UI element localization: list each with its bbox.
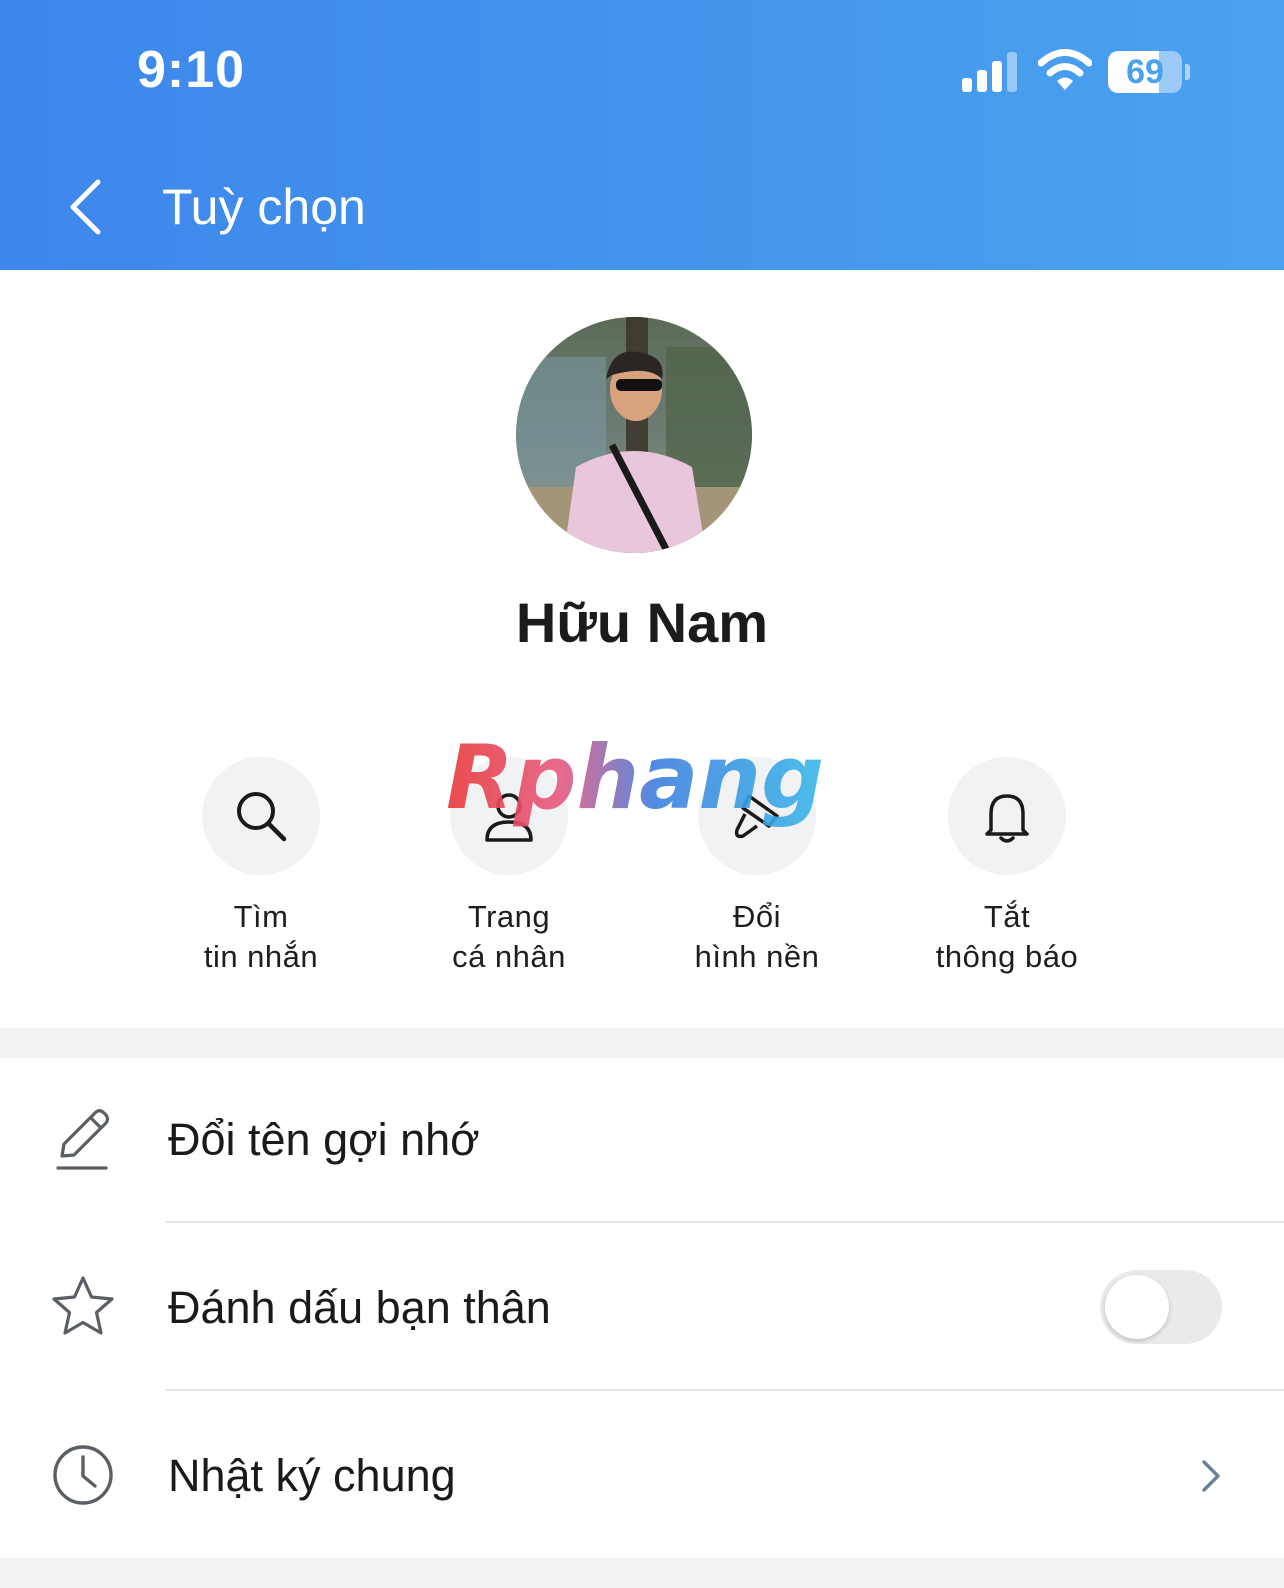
cellular-signal-icon (962, 52, 1017, 92)
shared-timeline-label: Nhật ký chung (168, 1450, 456, 1501)
action-circle (698, 757, 816, 875)
action-circle (948, 757, 1066, 875)
search-messages-button[interactable]: Tìm tin nhắn (136, 757, 386, 987)
action-circle (450, 757, 568, 875)
star-icon (52, 1276, 114, 1335)
action-label: Tắt thông báo (935, 899, 1079, 974)
action-label: Trang cá nhân (452, 899, 566, 974)
row-separator (166, 1389, 1284, 1391)
chevron-right-icon (1202, 1460, 1220, 1492)
section-divider (0, 1028, 1284, 1058)
rename-nickname-label: Đổi tên gợi nhớ (168, 1114, 480, 1165)
bell-icon (985, 794, 1029, 843)
action-label: Đổi hình nền (694, 899, 820, 974)
status-time: 9:10 (137, 41, 246, 99)
best-friend-toggle[interactable] (1100, 1270, 1222, 1344)
back-button[interactable] (58, 172, 118, 242)
search-icon (237, 792, 287, 842)
change-wallpaper-button[interactable]: Đổi hình nền (632, 757, 882, 987)
rename-nickname-row[interactable]: Đổi tên gợi nhớ (0, 1058, 1284, 1224)
person-icon (485, 793, 533, 842)
action-label: Tìm tin nhắn (203, 899, 319, 974)
paint-brush-icon (734, 794, 779, 839)
wifi-icon (1038, 49, 1092, 90)
battery-level-text: 69 (1126, 53, 1164, 91)
toggle-knob (1105, 1275, 1169, 1339)
chevron-left-icon (70, 179, 101, 235)
profile-name: Hữu Nam (515, 591, 769, 654)
clock-icon (53, 1445, 113, 1505)
section-divider (0, 1558, 1284, 1588)
profile-page-button[interactable]: Trang cá nhân (384, 757, 634, 987)
action-circle (202, 757, 320, 875)
avatar-photo (516, 317, 752, 553)
battery-icon: 69 (1108, 51, 1190, 93)
page-title: Tuỳ chọn (162, 179, 366, 235)
best-friend-row[interactable]: Đánh dấu bạn thân (0, 1224, 1284, 1390)
row-separator (166, 1221, 1284, 1223)
avatar[interactable] (516, 317, 752, 553)
top-header: 9:10 69 Tuỳ chọn (0, 0, 1284, 270)
pencil-icon (56, 1109, 110, 1170)
shared-timeline-row[interactable]: Nhật ký chung (0, 1392, 1284, 1558)
mute-notifications-button[interactable]: Tắt thông báo (882, 757, 1132, 987)
best-friend-label: Đánh dấu bạn thân (168, 1282, 551, 1333)
